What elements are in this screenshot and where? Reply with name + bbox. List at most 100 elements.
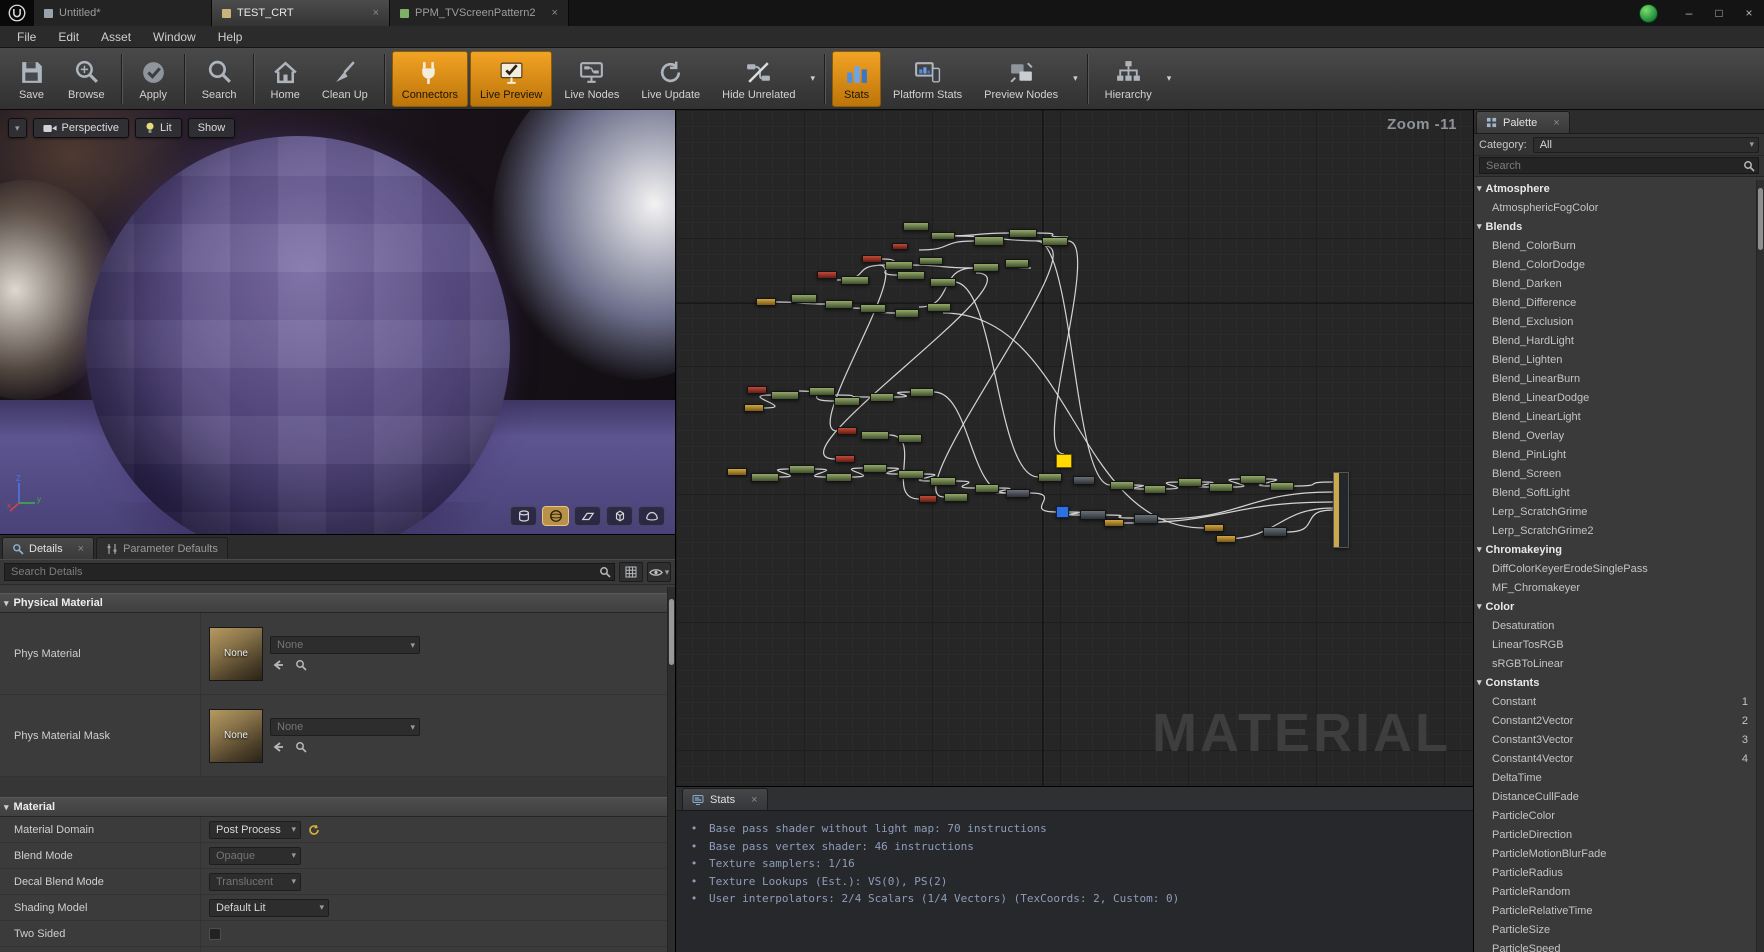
graph-node[interactable] (897, 271, 925, 280)
palette-item[interactable]: MF_Chromakeyer (1474, 578, 1764, 597)
asset-tab-ppm_tvscreenpattern2[interactable]: PPM_TVScreenPattern2× (390, 0, 569, 26)
toolbar-button-hide-unrelated[interactable]: Hide Unrelated (712, 51, 805, 107)
details-scrollbar[interactable] (667, 587, 675, 952)
palette-item[interactable]: Blend_Darken (1474, 274, 1764, 293)
toolbar-button-preview-nodes[interactable]: Preview Nodes (974, 51, 1068, 107)
palette-item[interactable]: Desaturation (1474, 616, 1764, 635)
graph-node[interactable] (817, 271, 837, 279)
graph-node[interactable] (1056, 454, 1072, 468)
toolbar-button-search[interactable]: Search (192, 51, 247, 107)
use-selected-asset-icon[interactable] (272, 659, 286, 671)
graph-node[interactable] (826, 473, 852, 482)
graph-node[interactable] (898, 470, 924, 479)
graph-node[interactable] (1204, 524, 1224, 532)
close-icon[interactable]: × (541, 7, 557, 19)
asset-dropdown[interactable]: None▾ (270, 718, 420, 736)
graph-node[interactable] (919, 257, 943, 265)
palette-item[interactable]: Blend_Screen (1474, 464, 1764, 483)
material-graph-canvas[interactable]: Zoom -11 MATERIAL (676, 110, 1473, 787)
menu-asset[interactable]: Asset (90, 30, 142, 44)
chevron-down-icon[interactable]: ▾ (807, 73, 820, 84)
graph-node[interactable] (744, 404, 764, 412)
graph-node[interactable] (835, 455, 855, 463)
preview-shape-cylinder[interactable] (510, 506, 537, 526)
graph-node[interactable] (975, 484, 999, 493)
graph-node[interactable] (1005, 259, 1029, 268)
toolbar-button-save[interactable]: Save (7, 51, 56, 107)
graph-node[interactable] (860, 304, 886, 313)
palette-item[interactable]: ParticleSpeed (1474, 939, 1764, 952)
tab-parameter-defaults[interactable]: Parameter Defaults (96, 537, 228, 559)
graph-node[interactable] (747, 386, 767, 394)
palette-item[interactable]: Lerp_ScratchGrime (1474, 502, 1764, 521)
asset-thumbnail[interactable]: None (209, 627, 263, 681)
close-icon[interactable]: × (1543, 117, 1559, 129)
perspective-button[interactable]: Perspective (33, 118, 129, 138)
palette-item[interactable]: Blend_Overlay (1474, 426, 1764, 445)
section-material[interactable]: ▾ Material (0, 797, 675, 817)
asset-tab-untitled-[interactable]: Untitled* (34, 0, 212, 26)
palette-item[interactable]: ParticleColor (1474, 806, 1764, 825)
viewport-options-dropdown[interactable]: ▾ (8, 118, 27, 138)
graph-node[interactable] (1144, 485, 1166, 494)
palette-item[interactable]: Blend_PinLight (1474, 445, 1764, 464)
palette-item[interactable]: DistanceCullFade (1474, 787, 1764, 806)
preview-shape-mesh[interactable] (638, 506, 665, 526)
toolbar-button-live-nodes[interactable]: Live Nodes (554, 51, 629, 107)
palette-item[interactable]: Constant1 (1474, 692, 1764, 711)
palette-category[interactable]: ▾Atmosphere (1474, 179, 1764, 198)
menu-edit[interactable]: Edit (47, 30, 90, 44)
property-dropdown[interactable]: Opaque▾ (209, 847, 301, 865)
palette-item[interactable]: Constant2Vector2 (1474, 711, 1764, 730)
asset-tab-test_crt[interactable]: TEST_CRT× (212, 0, 390, 26)
palette-item[interactable]: ParticleSize (1474, 920, 1764, 939)
palette-item[interactable]: ParticleMotionBlurFade (1474, 844, 1764, 863)
graph-node[interactable] (1216, 535, 1236, 543)
graph-node[interactable] (898, 434, 922, 443)
graph-node[interactable] (870, 393, 894, 402)
property-dropdown[interactable]: Translucent▾ (209, 873, 301, 891)
graph-node[interactable] (930, 477, 956, 486)
maximize-button[interactable]: □ (1704, 0, 1734, 26)
graph-node[interactable] (834, 397, 860, 406)
reset-to-default-icon[interactable] (308, 824, 320, 836)
graph-node[interactable] (1134, 514, 1158, 524)
graph-node[interactable] (862, 255, 882, 263)
preview-shape-sphere[interactable] (542, 506, 569, 526)
graph-node[interactable] (1038, 473, 1062, 482)
browse-asset-icon[interactable] (295, 659, 307, 671)
graph-node[interactable] (1209, 483, 1233, 492)
asset-dropdown[interactable]: None▾ (270, 636, 420, 654)
graph-node[interactable] (771, 391, 799, 400)
toolbar-button-platform-stats[interactable]: Platform Stats (883, 51, 972, 107)
graph-node[interactable] (809, 387, 835, 396)
graph-node[interactable] (1073, 476, 1095, 485)
palette-item[interactable]: Blend_SoftLight (1474, 483, 1764, 502)
category-dropdown[interactable]: All ▾ (1533, 137, 1759, 153)
graph-node[interactable] (931, 232, 955, 240)
checkbox[interactable] (209, 928, 221, 940)
menu-window[interactable]: Window (142, 30, 207, 44)
preview-shape-plane[interactable] (574, 506, 601, 526)
graph-node[interactable] (861, 431, 889, 440)
toolbar-button-browse[interactable]: Browse (58, 51, 115, 107)
graph-node[interactable] (756, 298, 776, 306)
tab-details[interactable]: Details × (2, 537, 94, 559)
palette-item[interactable]: Blend_ColorDodge (1474, 255, 1764, 274)
palette-category[interactable]: ▾Constants (1474, 673, 1764, 692)
palette-item[interactable]: Blend_Lighten (1474, 350, 1764, 369)
graph-node[interactable] (919, 495, 937, 503)
graph-node[interactable] (1178, 478, 1202, 487)
palette-item[interactable]: Blend_Difference (1474, 293, 1764, 312)
graph-node[interactable] (1009, 229, 1037, 238)
graph-node[interactable] (789, 465, 815, 474)
palette-item[interactable]: Blend_LinearLight (1474, 407, 1764, 426)
close-icon[interactable]: × (363, 7, 379, 19)
palette-item[interactable]: ParticleRandom (1474, 882, 1764, 901)
toolbar-button-hierarchy[interactable]: Hierarchy (1095, 51, 1162, 107)
palette-item[interactable]: Constant3Vector3 (1474, 730, 1764, 749)
palette-category[interactable]: ▾Chromakeying (1474, 540, 1764, 559)
graph-node[interactable] (791, 294, 817, 303)
toolbar-button-connectors[interactable]: Connectors (392, 51, 468, 107)
graph-node[interactable] (903, 222, 929, 231)
